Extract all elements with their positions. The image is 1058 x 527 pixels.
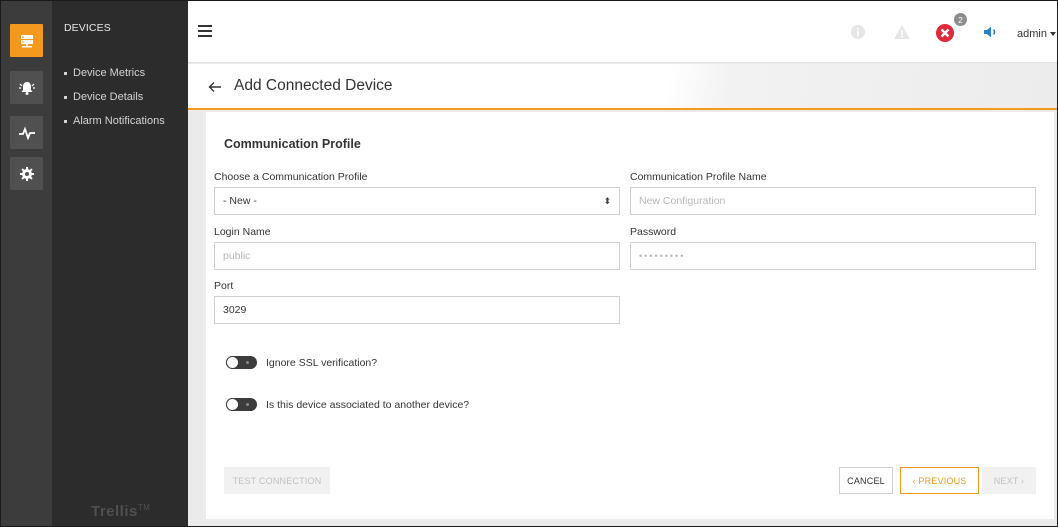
associated-toggle-row: Is this device associated to another dev… xyxy=(226,398,469,411)
login-label: Login Name xyxy=(214,226,271,238)
profile-select-value: - New - xyxy=(223,195,257,207)
app-window: DEVICES Device Metrics Device Details Al… xyxy=(0,0,1058,527)
ssl-toggle-row: Ignore SSL verification? xyxy=(226,356,377,369)
pulse-icon xyxy=(18,125,35,140)
trellis-logo: TrellisTM xyxy=(91,503,151,520)
rail-settings-button[interactable] xyxy=(10,157,43,190)
ssl-toggle-label: Ignore SSL verification? xyxy=(266,356,378,369)
bullet-icon xyxy=(64,95,67,99)
login-input[interactable]: public xyxy=(214,242,620,270)
gear-icon xyxy=(19,166,34,181)
rail-pulse-button[interactable] xyxy=(10,116,43,149)
associated-toggle[interactable] xyxy=(226,398,257,411)
page-title: Add Connected Device xyxy=(234,77,393,94)
alarm-bell-icon xyxy=(18,81,35,95)
sidebar-title: DEVICES xyxy=(64,22,111,34)
user-name: admin xyxy=(1017,28,1047,40)
profile-label: Choose a Communication Profile xyxy=(214,171,368,183)
password-input[interactable]: ••••••••• xyxy=(630,242,1036,270)
port-label: Port xyxy=(214,280,234,292)
bullet-icon xyxy=(64,119,67,123)
sidebar: DEVICES Device Metrics Device Details Al… xyxy=(52,1,188,526)
profile-select[interactable]: - New - ⬍ xyxy=(214,187,620,215)
top-bar: 2 admin xyxy=(188,1,1057,63)
bullet-icon xyxy=(64,71,67,75)
critical-alert-icon[interactable] xyxy=(936,24,954,42)
icon-rail xyxy=(1,1,52,526)
cancel-button[interactable]: CANCEL xyxy=(839,467,893,494)
notification-count-badge: 2 xyxy=(954,13,967,26)
sidebar-item-label: Alarm Notifications xyxy=(73,115,165,127)
select-arrows-icon: ⬍ xyxy=(603,196,611,206)
form-card: Communication Profile Choose a Communica… xyxy=(206,112,1054,519)
sidebar-item-device-metrics[interactable]: Device Metrics xyxy=(64,61,165,85)
back-arrow-icon[interactable] xyxy=(208,81,222,93)
user-menu[interactable]: admin xyxy=(1017,28,1056,40)
sidebar-item-label: Device Details xyxy=(73,91,144,103)
info-icon[interactable] xyxy=(851,25,865,39)
section-title: Communication Profile xyxy=(224,137,361,151)
sidebar-item-label: Device Metrics xyxy=(73,67,146,79)
speaker-icon[interactable] xyxy=(983,25,999,39)
password-label: Password xyxy=(630,226,677,238)
rail-alarms-button[interactable] xyxy=(10,71,43,104)
previous-button[interactable]: ‹ PREVIOUS xyxy=(900,467,979,494)
rail-devices-button[interactable] xyxy=(10,24,43,57)
profile-name-label: Communication Profile Name xyxy=(630,171,767,183)
page-header: Add Connected Device xyxy=(188,64,1057,110)
sidebar-nav: Device Metrics Device Details Alarm Noti… xyxy=(64,61,165,133)
associated-toggle-label: Is this device associated to another dev… xyxy=(266,398,470,411)
sidebar-item-device-details[interactable]: Device Details xyxy=(64,85,165,109)
chevron-down-icon xyxy=(1049,32,1056,37)
ssl-toggle[interactable] xyxy=(226,356,257,369)
devices-icon xyxy=(20,34,33,47)
next-button[interactable]: NEXT › xyxy=(982,467,1036,494)
sidebar-item-alarm-notifications[interactable]: Alarm Notifications xyxy=(64,109,165,133)
warning-icon[interactable] xyxy=(894,25,910,39)
test-connection-button[interactable]: TEST CONNECTION xyxy=(224,467,330,494)
port-input[interactable]: 3029 xyxy=(214,296,620,324)
hamburger-menu-icon[interactable] xyxy=(198,25,212,37)
profile-name-input[interactable]: New Configuration xyxy=(630,187,1036,215)
